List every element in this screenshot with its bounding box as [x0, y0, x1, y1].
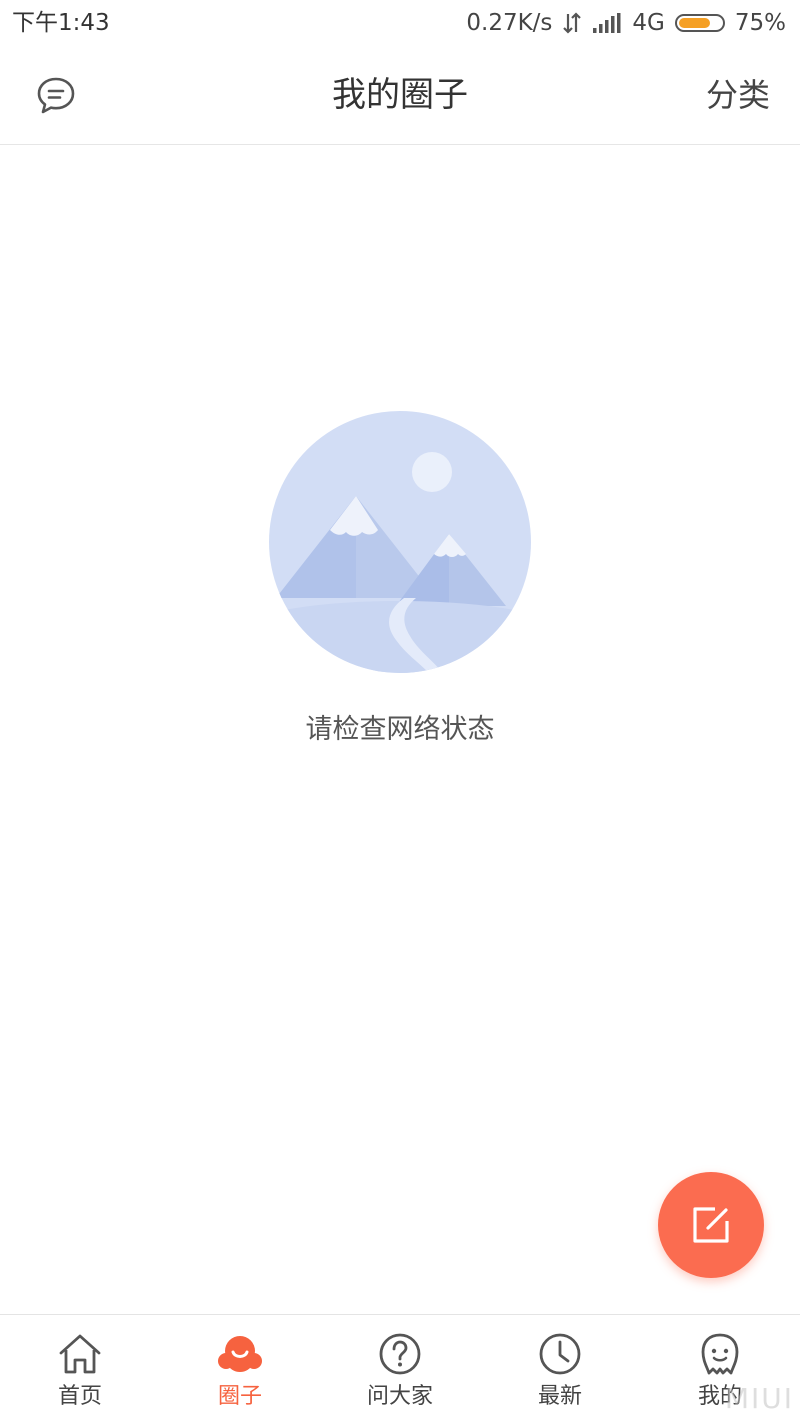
- bottom-tab-bar: 首页 圈子 问大家 最新 我的: [0, 1314, 800, 1423]
- network-speed: 0.27K/s: [466, 10, 553, 36]
- page-title: 我的圈子: [332, 75, 468, 115]
- edit-icon: [693, 1207, 729, 1243]
- status-time: 下午1:43: [12, 10, 110, 36]
- signal-icon: [593, 13, 621, 33]
- network-type: 4G: [632, 10, 665, 36]
- network-error-message: 请检查网络状态: [305, 714, 495, 745]
- circle-icon: [218, 1336, 262, 1372]
- battery-percent: 75%: [734, 10, 786, 36]
- profile-icon: [701, 1333, 739, 1375]
- tab-ask-everyone[interactable]: 问大家: [320, 1315, 480, 1423]
- category-button[interactable]: 分类: [706, 46, 770, 144]
- watermark: MIUI: [724, 1382, 794, 1415]
- tab-label: 最新: [537, 1384, 582, 1409]
- tab-circle[interactable]: 圈子: [160, 1315, 320, 1423]
- clock-icon: [539, 1333, 581, 1375]
- battery-fill: [678, 18, 711, 28]
- mountain-landscape-illustration: [269, 411, 531, 673]
- data-transfer-icon: [563, 12, 582, 34]
- question-icon: [379, 1333, 421, 1375]
- status-bar: 下午1:43 0.27K/s 4G 75%: [0, 0, 800, 46]
- tab-label: 首页: [57, 1384, 102, 1409]
- compose-button[interactable]: [658, 1172, 764, 1278]
- battery-icon: [674, 14, 725, 32]
- tab-label: 圈子: [217, 1384, 262, 1409]
- tab-latest[interactable]: 最新: [480, 1315, 640, 1423]
- home-icon: [59, 1334, 101, 1374]
- header-bar: 我的圈子 分类: [0, 46, 800, 145]
- tab-label: 问大家: [366, 1384, 433, 1409]
- tab-home[interactable]: 首页: [0, 1315, 160, 1423]
- status-indicators: 0.27K/s 4G 75%: [466, 8, 786, 38]
